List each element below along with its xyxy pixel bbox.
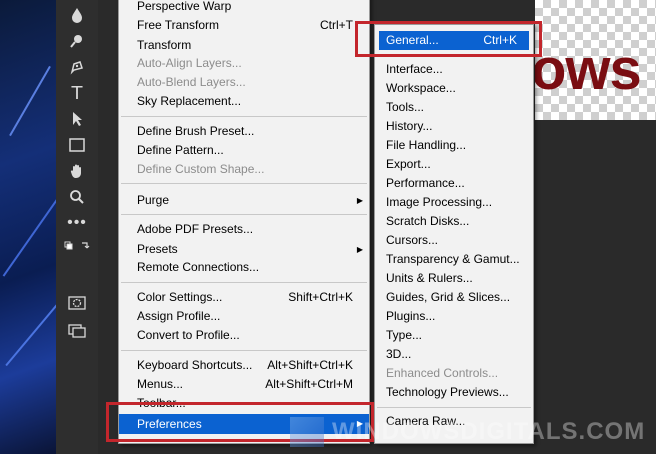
- menu-item-define-brush-preset[interactable]: Define Brush Preset...: [119, 122, 369, 141]
- watermark: WINDOWSDIGITALS.COM: [290, 412, 656, 452]
- menu-item-presets[interactable]: Presets ▶: [119, 240, 369, 259]
- menu-item-purge[interactable]: Purge ▶: [119, 191, 369, 210]
- menu-item-enhanced-controls: Enhanced Controls...: [386, 366, 499, 380]
- menu-item-scratch-disks[interactable]: Scratch Disks...: [375, 212, 533, 231]
- rectangle-icon[interactable]: [56, 134, 98, 156]
- zoom-icon[interactable]: [56, 186, 98, 208]
- menu-item-define-pattern[interactable]: Define Pattern...: [119, 141, 369, 160]
- menu-item-type[interactable]: Type...: [375, 326, 533, 345]
- dodge-icon[interactable]: [56, 30, 98, 52]
- preferences-submenu: General... Ctrl+K Interface... Workspace.…: [374, 24, 534, 444]
- menu-item-export[interactable]: Export...: [375, 155, 533, 174]
- menu-item-units-rulers[interactable]: Units & Rulers...: [375, 269, 533, 288]
- menu-item-workspace[interactable]: Workspace...: [375, 79, 533, 98]
- more-tools-icon[interactable]: •••: [56, 212, 98, 234]
- swap-colors-icon[interactable]: [56, 236, 98, 258]
- tools-panel: T •••: [56, 0, 148, 454]
- menu-item-guides-grid-slices[interactable]: Guides, Grid & Slices...: [375, 288, 533, 307]
- wallpaper-streak: [9, 65, 51, 137]
- menu-item-3d[interactable]: 3D...: [375, 345, 533, 364]
- submenu-arrow-icon: ▶: [356, 245, 363, 254]
- edit-menu: Perspective Warp Free Transform Ctrl+T Tr…: [118, 0, 370, 444]
- menu-item-history[interactable]: History...: [375, 117, 533, 136]
- document-canvas[interactable]: ows: [535, 0, 656, 120]
- menu-item-remote-connections[interactable]: Remote Connections...: [119, 258, 369, 277]
- menu-item-performance[interactable]: Performance...: [375, 174, 533, 193]
- menu-separator: [121, 183, 367, 184]
- menu-item-perspective-warp[interactable]: Perspective Warp: [119, 0, 369, 16]
- menu-item-free-transform[interactable]: Free Transform Ctrl+T: [119, 16, 369, 35]
- type-icon[interactable]: T: [56, 82, 98, 104]
- menu-item-assign-profile[interactable]: Assign Profile...: [119, 307, 369, 326]
- menu-item-auto-align-layers: Auto-Align Layers...: [137, 56, 242, 70]
- menu-item-image-processing[interactable]: Image Processing...: [375, 193, 533, 212]
- desktop-background: [0, 0, 56, 454]
- wallpaper-streak: [5, 295, 56, 367]
- canvas-text-layer: ows: [535, 37, 642, 102]
- menu-item-convert-to-profile[interactable]: Convert to Profile...: [119, 326, 369, 345]
- menu-separator: [121, 116, 367, 117]
- menu-item-keyboard-shortcuts[interactable]: Keyboard Shortcuts... Alt+Shift+Ctrl+K: [119, 356, 369, 375]
- menu-item-transform[interactable]: Transform: [119, 36, 369, 55]
- menu-separator: [121, 282, 367, 283]
- annotation-highlight-general: [355, 21, 542, 57]
- menu-item-file-handling[interactable]: File Handling...: [375, 136, 533, 155]
- hand-icon[interactable]: [56, 160, 98, 182]
- menu-item-transparency-gamut[interactable]: Transparency & Gamut...: [375, 250, 533, 269]
- menu-item-plugins[interactable]: Plugins...: [375, 307, 533, 326]
- menu-separator: [377, 407, 531, 408]
- watermark-logo: [290, 417, 324, 447]
- menu-item-menus[interactable]: Menus... Alt+Shift+Ctrl+M: [119, 375, 369, 394]
- menu-item-sky-replacement[interactable]: Sky Replacement...: [119, 92, 369, 111]
- blur-drop-icon[interactable]: [56, 4, 98, 26]
- menu-item-interface[interactable]: Interface...: [375, 60, 533, 79]
- menu-item-tools[interactable]: Tools...: [375, 98, 533, 117]
- menu-item-technology-previews[interactable]: Technology Previews...: [375, 383, 533, 402]
- submenu-arrow-icon: ▶: [356, 196, 363, 205]
- watermark-text: WINDOWSDIGITALS.COM: [332, 418, 646, 445]
- path-select-icon[interactable]: [56, 108, 98, 130]
- pen-icon[interactable]: [56, 56, 98, 78]
- menu-separator: [121, 214, 367, 215]
- menu-separator: [121, 350, 367, 351]
- menu-item-auto-blend-layers: Auto-Blend Layers...: [137, 75, 246, 89]
- wallpaper-streak: [2, 185, 56, 277]
- screen-mode-icon[interactable]: [56, 320, 98, 342]
- quick-mask-icon[interactable]: [56, 292, 98, 314]
- menu-item-cursors[interactable]: Cursors...: [375, 231, 533, 250]
- menu-item-color-settings[interactable]: Color Settings... Shift+Ctrl+K: [119, 288, 369, 307]
- menu-item-adobe-pdf-presets[interactable]: Adobe PDF Presets...: [119, 220, 369, 239]
- menu-item-define-custom-shape: Define Custom Shape...: [137, 162, 265, 176]
